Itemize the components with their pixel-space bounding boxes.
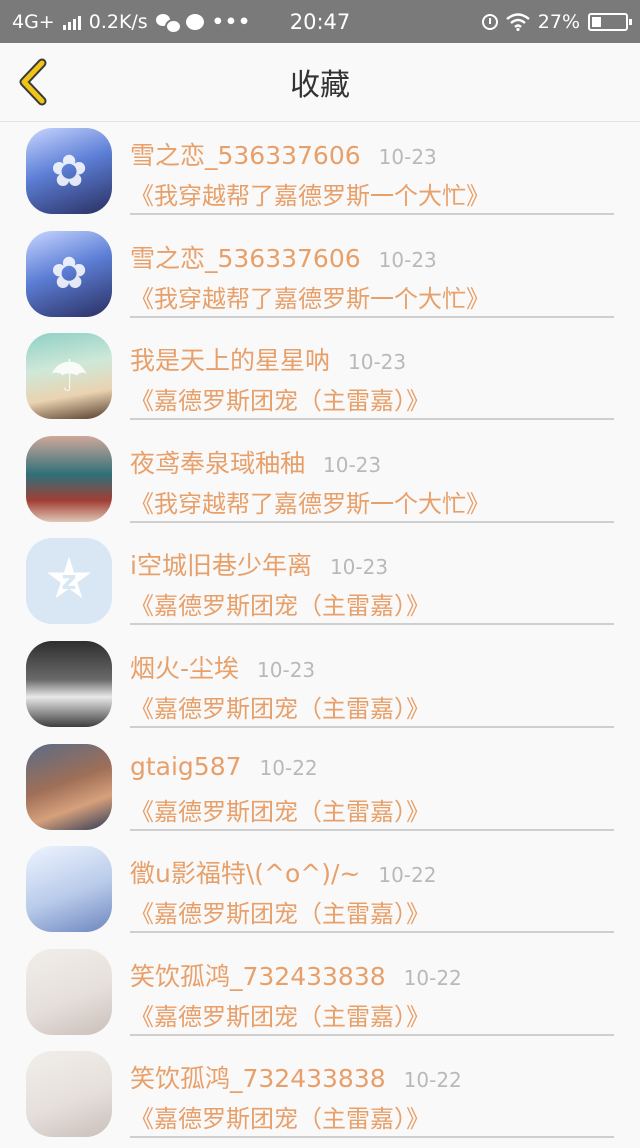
- item-date: 10-23: [378, 247, 437, 272]
- book-title-link[interactable]: 《我穿越帮了嘉德罗斯一个大忙》: [130, 279, 490, 314]
- avatar-image-icon: ✿: [50, 145, 88, 197]
- avatar[interactable]: [26, 640, 112, 727]
- avatar-image-icon: [26, 949, 112, 1035]
- user-name[interactable]: 笑饮孤鸿_732433838: [130, 1059, 386, 1095]
- qq-z-icon: z: [61, 566, 77, 597]
- user-name[interactable]: 雪之恋_536337606: [130, 136, 361, 172]
- header: 收藏: [0, 43, 640, 122]
- list-item[interactable]: 夜鸢奉泉琙秞秞 10-23 《我穿越帮了嘉德罗斯一个大忙》: [0, 430, 640, 533]
- avatar[interactable]: [26, 1051, 112, 1138]
- status-right: 27%: [481, 0, 632, 43]
- user-name[interactable]: gtaig587: [130, 752, 242, 781]
- list-item[interactable]: ☂ 我是天上的星星呐 10-23 《嘉德罗斯团宠（主雷嘉）》: [0, 327, 640, 430]
- list-item-text: 雪之恋_536337606 10-23 《我穿越帮了嘉德罗斯一个大忙》: [130, 225, 614, 318]
- avatar[interactable]: ✿: [26, 128, 112, 214]
- battery-fill: [592, 16, 601, 27]
- book-title-link[interactable]: 《嘉德罗斯团宠（主雷嘉）》: [130, 894, 430, 929]
- item-date: 10-22: [378, 863, 437, 888]
- list-item-text: i空城旧巷少年离 10-23 《嘉德罗斯团宠（主雷嘉）》: [130, 532, 614, 626]
- avatar-image-icon: ☂: [49, 350, 89, 402]
- item-date: 10-23: [257, 657, 316, 682]
- book-title-link[interactable]: 《我穿越帮了嘉德罗斯一个大忙》: [130, 484, 490, 519]
- battery-icon: [588, 12, 632, 31]
- avatar-image-icon: [26, 846, 112, 932]
- list-item-text: 笑饮孤鸿_732433838 10-22 《嘉德罗斯团宠（主雷嘉）》: [130, 943, 614, 1036]
- book-title-link[interactable]: 《嘉德罗斯团宠（主雷嘉）》: [130, 689, 430, 724]
- avatar[interactable]: [26, 948, 112, 1035]
- book-title-link[interactable]: 《我穿越帮了嘉德罗斯一个大忙》: [130, 176, 490, 211]
- list-item[interactable]: ✿ 雪之恋_536337606 10-23 《我穿越帮了嘉德罗斯一个大忙》: [0, 122, 640, 225]
- favorites-list: ✿ 雪之恋_536337606 10-23 《我穿越帮了嘉德罗斯一个大忙》 ✿ 雪…: [0, 122, 640, 1148]
- book-title-link[interactable]: 《嘉德罗斯团宠（主雷嘉）》: [130, 381, 430, 416]
- avatar[interactable]: ☂: [26, 333, 112, 420]
- user-name[interactable]: 夜鸢奉泉琙秞秞: [130, 444, 305, 480]
- avatar-image-icon: [26, 436, 112, 522]
- item-date: 10-22: [259, 755, 318, 780]
- avatar-image-icon: ✿: [50, 248, 88, 300]
- list-item[interactable]: gtaig587 10-22 《嘉德罗斯团宠（主雷嘉）》: [0, 738, 640, 841]
- list-item-text: 烟火-尘埃 10-23 《嘉德罗斯团宠（主雷嘉）》: [130, 635, 614, 728]
- list-item-text: 我是天上的星星呐 10-23 《嘉德罗斯团宠（主雷嘉）》: [130, 327, 614, 421]
- list-item[interactable]: 笑饮孤鸿_732433838 10-22 《嘉德罗斯团宠（主雷嘉）》: [0, 943, 640, 1046]
- avatar-image-icon: [26, 1051, 112, 1137]
- list-item[interactable]: 笑饮孤鸿_732433838 10-22 《嘉德罗斯团宠（主雷嘉）》: [0, 1045, 640, 1148]
- list-item[interactable]: ✿ 雪之恋_536337606 10-23 《我穿越帮了嘉德罗斯一个大忙》: [0, 225, 640, 328]
- list-item-text: gtaig587 10-22 《嘉德罗斯团宠（主雷嘉）》: [130, 738, 614, 831]
- list-item-text: 雪之恋_536337606 10-23 《我穿越帮了嘉德罗斯一个大忙》: [130, 122, 614, 215]
- list-item-text: 徾u影福特\(^o^)/~ 10-22 《嘉德罗斯团宠（主雷嘉）》: [130, 840, 614, 934]
- item-date: 10-22: [403, 965, 462, 990]
- list-item[interactable]: z i空城旧巷少年离 10-23 《嘉德罗斯团宠（主雷嘉）》: [0, 532, 640, 635]
- avatar[interactable]: [26, 435, 112, 522]
- list-item-text: 笑饮孤鸿_732433838 10-22 《嘉德罗斯团宠（主雷嘉）》: [130, 1045, 614, 1139]
- avatar-image-icon: [26, 744, 112, 830]
- alarm-icon: [481, 13, 498, 30]
- book-title-link[interactable]: 《嘉德罗斯团宠（主雷嘉）》: [130, 792, 430, 827]
- battery-percent: 27%: [537, 10, 580, 33]
- avatar[interactable]: z: [26, 538, 112, 625]
- list-item[interactable]: 烟火-尘埃 10-23 《嘉德罗斯团宠（主雷嘉）》: [0, 635, 640, 738]
- user-name[interactable]: 我是天上的星星呐: [130, 341, 330, 377]
- book-title-link[interactable]: 《嘉德罗斯团宠（主雷嘉）》: [130, 1099, 430, 1134]
- user-name[interactable]: i空城旧巷少年离: [130, 546, 312, 582]
- avatar[interactable]: [26, 846, 112, 933]
- avatar-image-icon: [26, 641, 112, 727]
- item-date: 10-23: [348, 350, 407, 375]
- book-title-link[interactable]: 《嘉德罗斯团宠（主雷嘉）》: [130, 586, 430, 621]
- user-name[interactable]: 雪之恋_536337606: [130, 239, 361, 275]
- item-date: 10-23: [378, 145, 437, 169]
- wifi-icon: [506, 12, 530, 31]
- user-name[interactable]: 笑饮孤鸿_732433838: [130, 957, 386, 993]
- book-title-link[interactable]: 《嘉德罗斯团宠（主雷嘉）》: [130, 997, 430, 1032]
- avatar[interactable]: [26, 743, 112, 830]
- avatar[interactable]: ✿: [26, 230, 112, 317]
- item-date: 10-23: [329, 555, 389, 580]
- list-item-text: 夜鸢奉泉琙秞秞 10-23 《我穿越帮了嘉德罗斯一个大忙》: [130, 430, 614, 523]
- page-title: 收藏: [290, 68, 350, 103]
- status-bar: 4G+ 0.2K/s ••• 20:47 27%: [0, 0, 640, 43]
- user-name[interactable]: 烟火-尘埃: [130, 649, 239, 685]
- item-date: 10-23: [323, 452, 382, 477]
- list-item[interactable]: 徾u影福特\(^o^)/~ 10-22 《嘉德罗斯团宠（主雷嘉）》: [0, 840, 640, 943]
- item-date: 10-22: [403, 1068, 462, 1093]
- user-name[interactable]: 徾u影福特\(^o^)/~: [130, 854, 360, 890]
